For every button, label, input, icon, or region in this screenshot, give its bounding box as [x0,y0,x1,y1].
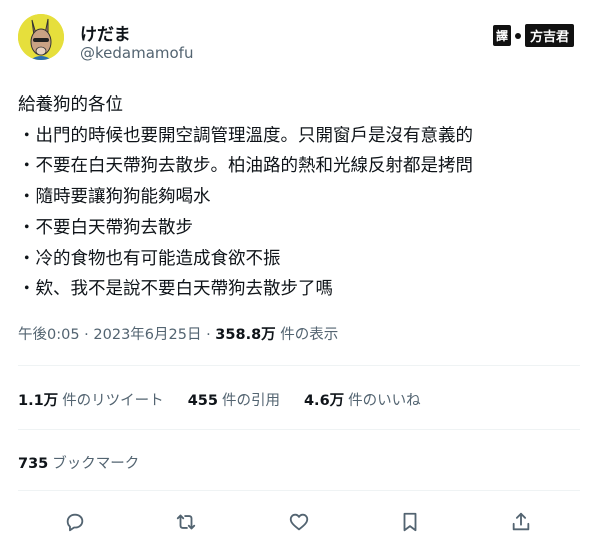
share-icon [512,512,530,531]
bookmarks-label: ブックマーク [52,456,140,472]
tweet-line: ・隨時要讓狗狗能夠喝水 [18,187,211,208]
quotes-stat[interactable]: 455 件の引用 [188,389,280,410]
user-handle[interactable]: @kedamamofu [80,44,193,62]
bookmark-button[interactable] [393,505,427,539]
divider [18,490,580,491]
avatar[interactable] [18,14,64,60]
tweet-meta: 午後0:05 · 2023年6月25日 · 358.8万 件の表示 [18,323,338,344]
tweet-line: ・冷的食物也有可能造成食欲不振 [18,248,281,269]
tweet-text: 給養狗的各位 ・出門的時候也要開空調管理溫度。只開窗戶是沒有意義的 ・不要在白天… [18,90,578,305]
bookmarks-count: 735 [18,456,49,472]
quotes-label: 件の引用 [221,393,280,409]
retweets-count: 1.1万 [18,393,59,409]
tweet-line: ・不要白天帶狗去散步 [18,217,193,238]
retweets-stat[interactable]: 1.1万 件のリツイート [18,389,164,410]
retweet-button[interactable] [169,505,203,539]
reply-icon [66,513,84,532]
watermark-badge: 譯 [492,25,511,46]
retweets-label: 件のリツイート [62,393,164,409]
likes-count: 4.6万 [303,393,345,409]
tweet-line: ・出門的時候也要開空調管理溫度。只開窗戶是沒有意義的 [18,125,473,146]
retweet-icon [176,514,196,530]
like-button[interactable] [282,505,316,539]
kangaroo-avatar-icon [18,14,64,60]
tweet-line: ・欸、我不是說不要白天帶狗去散步了嗎 [18,279,333,300]
bookmarks-stat[interactable]: 735 ブックマーク [18,452,139,473]
display-name[interactable]: けだま [80,20,131,45]
watermark-dot [514,32,521,39]
tweet-line: 給養狗的各位 [18,95,123,115]
tweet-actions [56,505,546,539]
watermark-text: 方吉君 [524,24,574,47]
bookmark-icon [403,512,417,532]
reply-button[interactable] [58,505,92,539]
tweet-line: ・不要在白天帶狗去散步。柏油路的熱和光線反射都是拷問 [18,156,473,177]
share-button[interactable] [504,505,538,539]
tweet-timestamp[interactable]: 午後0:05 · 2023年6月25日 · [18,327,215,343]
quotes-count: 455 [187,393,218,409]
view-count: 358.8万 [215,327,276,343]
divider [18,429,580,430]
likes-stat[interactable]: 4.6万 件のいいね [304,389,421,410]
likes-label: 件のいいね [348,393,421,409]
translator-watermark: 譯 方吉君 [492,24,574,47]
tweet-stats: 1.1万 件のリツイート 455 件の引用 4.6万 件のいいね [18,389,445,410]
divider [18,365,580,366]
like-icon [289,513,309,531]
view-label: 件の表示 [275,327,339,343]
tweet-header: けだま @kedamamofu 譯 方吉君 [18,14,580,66]
